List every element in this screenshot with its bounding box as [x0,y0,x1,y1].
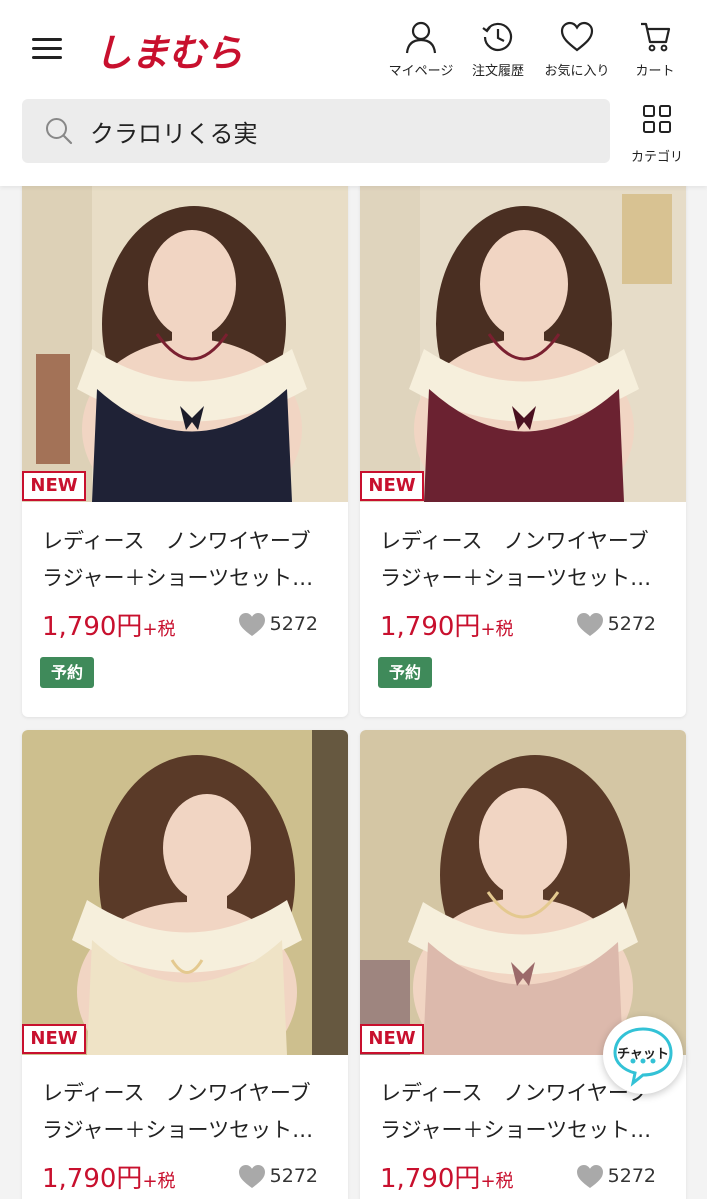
menu-bar [32,56,62,59]
app-header: しまむら マイページ 注文履歴 お気に入り カート クラロリくる実 カテゴリ [0,0,707,186]
product-title: レディース ノンワイヤーブ ラジャー＋ショーツセット… [42,1075,334,1149]
product-title: レディース ノンワイヤーブ ラジャー＋ショーツセット… [42,523,334,597]
favorite-count-value: 5272 [607,613,656,635]
cart-icon [641,22,671,52]
product-title-line: レディース ノンワイヤーブ [42,1081,311,1105]
product-photo [360,730,686,1055]
menu-bar [32,38,62,41]
favorite-count[interactable]: 5272 [238,611,318,637]
product-card[interactable]: NEW レディース ノンワイヤーブ ラジャー＋ショーツセット… 1,790円+税… [360,174,686,717]
price-tax: +税 [142,1171,176,1192]
nav-mypage[interactable]: マイページ [381,20,461,79]
price-value: 1,790円 [42,1164,143,1194]
product-card[interactable]: NEW レディース ノンワイヤーブ ラジャー＋ショーツセット… 1,790円+税… [22,174,348,717]
new-badge: NEW [22,1024,86,1054]
product-title-line: ラジャー＋ショーツセット… [42,566,314,590]
favorite-count-value: 5272 [269,613,318,635]
nav-history-label: 注文履歴 [471,64,524,79]
product-price: 1,790円+税 [42,1158,176,1195]
favorite-count-value: 5272 [269,1165,318,1187]
user-icon [405,21,437,54]
price-value: 1,790円 [42,612,143,642]
product-card[interactable]: NEW レディース ノンワイヤーブ ラジャー＋ショーツセット… 1,790円+税… [22,730,348,1199]
product-price: 1,790円+税 [380,1158,514,1195]
product-title-line: ラジャー＋ショーツセット… [380,566,652,590]
nav-favorites[interactable]: お気に入り [537,20,617,79]
product-price: 1,790円+税 [380,606,514,643]
nav-mypage-label: マイページ [388,64,454,79]
heart-filled-icon [238,613,265,636]
search-bar[interactable]: クラロリくる実 [22,99,610,163]
price-tax: +税 [142,619,176,640]
search-input[interactable]: クラロリくる実 [90,114,570,149]
product-price: 1,790円+税 [42,606,176,643]
product-title-line: ラジャー＋ショーツセット… [380,1118,652,1142]
menu-bar [32,47,62,50]
heart-filled-icon [576,1165,603,1188]
reservation-badge: 予約 [40,657,94,688]
product-title-line: ラジャー＋ショーツセット… [42,1118,314,1142]
shimamura-logo[interactable]: しまむら [94,22,243,77]
heart-filled-icon [576,613,603,636]
category-label: カテゴリ [630,150,683,165]
product-title-line: レディース ノンワイヤーブ [42,529,311,553]
clock-history-icon [482,22,513,52]
category-button[interactable]: カテゴリ [624,104,690,165]
grid-icon [643,105,671,133]
favorite-count[interactable]: 5272 [238,1163,318,1189]
nav-cart[interactable]: カート [615,20,695,79]
heart-filled-icon [238,1165,265,1188]
product-photo [22,174,348,502]
new-badge: NEW [360,1024,424,1054]
nav-order-history[interactable]: 注文履歴 [458,20,538,79]
price-value: 1,790円 [380,1164,481,1194]
price-tax: +税 [480,619,514,640]
product-photo [22,730,348,1055]
nav-favorites-label: お気に入り [544,64,610,79]
new-badge: NEW [360,471,424,501]
hamburger-menu-button[interactable] [32,36,64,60]
product-photo [360,174,686,502]
favorite-count[interactable]: 5272 [576,1163,656,1189]
chat-button[interactable]: チャット [603,1016,683,1094]
product-title-line: レディース ノンワイヤーブ [380,529,649,553]
price-value: 1,790円 [380,612,481,642]
chat-label: チャット [617,1047,669,1062]
heart-icon [560,21,594,52]
reservation-badge: 予約 [378,657,432,688]
favorite-count-value: 5272 [607,1165,656,1187]
nav-cart-label: カート [635,64,675,79]
price-tax: +税 [480,1171,514,1192]
product-card[interactable]: NEW レディース ノンワイヤーブ ラジャー＋ショーツセット… 1,790円+税… [360,730,686,1199]
product-title: レディース ノンワイヤーブ ラジャー＋ショーツセット… [380,523,672,597]
new-badge: NEW [22,471,86,501]
favorite-count[interactable]: 5272 [576,611,656,637]
search-icon [46,118,73,145]
